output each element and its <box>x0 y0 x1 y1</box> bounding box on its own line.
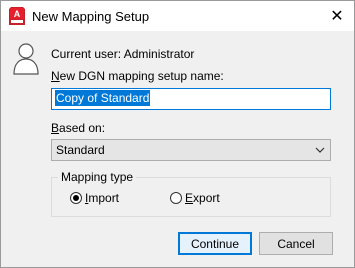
dialog-window: A New Mapping Setup ✕ Current user: Admi… <box>0 0 355 268</box>
radio-export[interactable]: Export <box>170 191 220 205</box>
user-icon <box>13 43 39 75</box>
radio-import-indicator <box>70 192 82 204</box>
based-on-select[interactable]: Standard <box>51 139 331 161</box>
chevron-down-icon <box>315 147 325 153</box>
close-button[interactable]: ✕ <box>320 1 354 31</box>
cancel-label: Cancel <box>277 236 315 251</box>
based-on-label: Based on: <box>51 121 106 135</box>
setup-name-input[interactable]: Copy of Standard <box>51 88 331 110</box>
mapping-type-legend: Mapping type <box>58 170 137 184</box>
close-icon: ✕ <box>330 8 344 25</box>
based-on-label-text: ased on: <box>59 121 106 135</box>
title-bar: A New Mapping Setup ✕ <box>1 1 354 31</box>
radio-export-label: Export <box>185 191 220 205</box>
cancel-button[interactable]: Cancel <box>259 232 333 255</box>
setup-name-label: New DGN mapping setup name: <box>51 69 224 83</box>
setup-name-value: Copy of Standard <box>55 90 151 106</box>
setup-name-label-text: ew DGN mapping setup name: <box>59 69 224 83</box>
current-user-label: Current user: Administrator <box>51 47 195 61</box>
continue-button[interactable]: Continue <box>178 232 252 255</box>
autocad-app-icon: A <box>9 7 25 25</box>
radio-export-indicator <box>170 192 182 204</box>
continue-label: Continue <box>190 236 240 251</box>
based-on-value: Standard <box>56 143 105 157</box>
svg-text:A: A <box>14 9 21 19</box>
radio-import[interactable]: Import <box>70 191 119 205</box>
radio-import-label: Import <box>85 191 120 205</box>
window-title: New Mapping Setup <box>32 9 150 24</box>
